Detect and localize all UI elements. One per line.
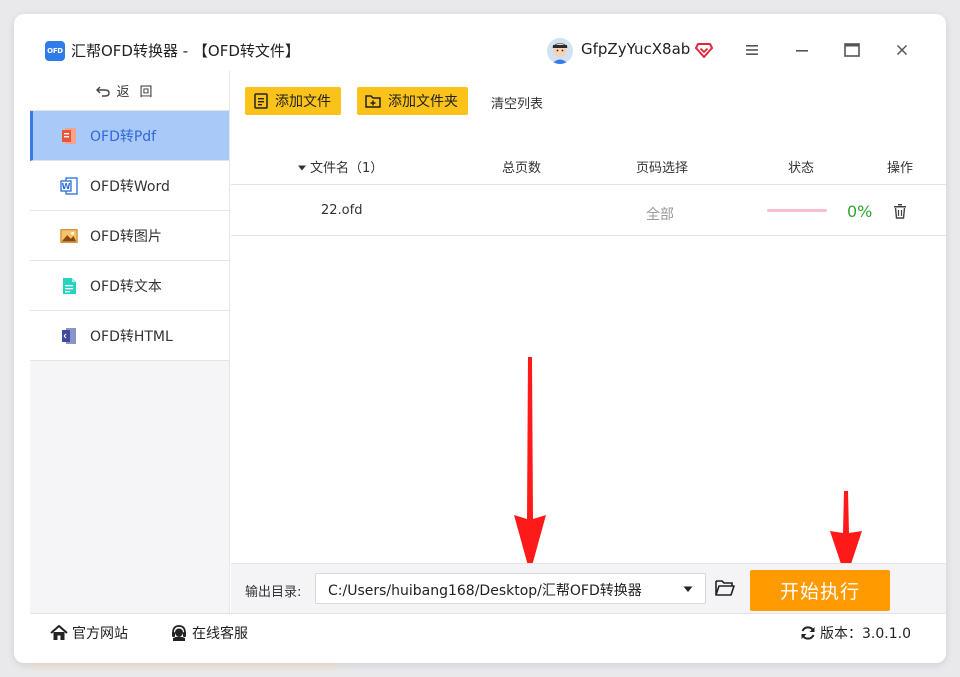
add-file-button[interactable]: 添加文件: [245, 87, 341, 115]
support-label: 在线客服: [192, 626, 248, 642]
home-icon: [50, 625, 68, 640]
column-header-pages: 总页数: [502, 161, 542, 176]
output-dir-select[interactable]: C:/Users/huibang168/Desktop/汇帮OFD转换器: [315, 573, 706, 604]
clear-list-button[interactable]: 清空列表: [491, 93, 543, 112]
toolbar: 添加文件 添加文件夹 清空列表: [231, 71, 946, 121]
table-row[interactable]: 22.ofd 全部 0%: [231, 186, 946, 236]
svg-text:W: W: [62, 182, 71, 191]
close-button[interactable]: [891, 39, 913, 61]
sidebar-item-label: OFD转文本: [90, 278, 162, 295]
app-window: OFD 汇帮OFD转换器 - 【OFD转文件】 GfpZyYucX8ab 返回 …: [14, 14, 946, 663]
start-button[interactable]: 开始执行: [750, 570, 890, 611]
close-icon: [896, 44, 908, 56]
page-range-select[interactable]: 全部: [646, 204, 674, 224]
hamburger-icon: [746, 45, 758, 55]
maximize-button[interactable]: [841, 39, 863, 61]
add-file-label: 添加文件: [275, 94, 331, 110]
image-icon: [60, 227, 78, 245]
background-strip: [30, 662, 338, 670]
add-file-icon: [254, 93, 268, 109]
version-info[interactable]: 版本：3.0.1.0: [800, 623, 911, 643]
back-label: 返回: [116, 85, 163, 100]
refresh-icon: [801, 626, 815, 640]
sidebar-item-ofd-to-text[interactable]: OFD转文本: [30, 261, 229, 311]
sidebar-item-label: OFD转HTML: [90, 328, 173, 345]
username[interactable]: GfpZyYucX8ab: [581, 40, 690, 58]
main-panel: 添加文件 添加文件夹 清空列表 文件名（1） 总页数 页码选择 状态 操作 22…: [231, 71, 946, 613]
output-dir-value: C:/Users/huibang168/Desktop/汇帮OFD转换器: [328, 583, 642, 599]
file-name: 22.ofd: [321, 203, 363, 218]
html-icon: [60, 327, 78, 345]
column-header-action: 操作: [887, 161, 914, 176]
app-logo: OFD: [45, 41, 65, 61]
back-arrow-icon: [96, 86, 111, 97]
sidebar-item-ofd-to-word[interactable]: W OFD转Word: [30, 161, 229, 211]
sidebar-item-ofd-to-pdf[interactable]: OFD转Pdf: [30, 111, 229, 161]
sidebar-item-ofd-to-html[interactable]: OFD转HTML: [30, 311, 229, 361]
pdf-icon: [60, 127, 78, 145]
sidebar-item-label: OFD转图片: [90, 228, 162, 245]
red-arrow-down-icon: [514, 357, 546, 573]
menu-button[interactable]: [741, 39, 763, 61]
window-title: 汇帮OFD转换器 - 【OFD转文件】: [71, 42, 300, 60]
progress-bar: [767, 209, 827, 212]
version-label: 版本：3.0.1.0: [820, 626, 911, 642]
output-bar: 输出目录: C:/Users/huibang168/Desktop/汇帮OFD转…: [231, 563, 946, 613]
maximize-icon: [844, 43, 860, 57]
sidebar-item-label: OFD转Word: [90, 178, 170, 195]
back-button[interactable]: 返回: [30, 71, 229, 111]
column-header-filename[interactable]: 文件名（1）: [297, 157, 383, 176]
sidebar-item-ofd-to-image[interactable]: OFD转图片: [30, 211, 229, 261]
avatar-icon: [547, 38, 573, 64]
add-folder-label: 添加文件夹: [388, 94, 458, 110]
avatar[interactable]: [547, 38, 573, 64]
sort-caret-icon: [298, 165, 306, 171]
sidebar-item-label: OFD转Pdf: [90, 128, 157, 145]
trash-icon[interactable]: [892, 203, 908, 219]
table-header: 文件名（1） 总页数 页码选择 状态 操作: [231, 143, 946, 185]
vip-diamond-icon[interactable]: [695, 41, 713, 59]
output-dir-label: 输出目录:: [245, 585, 302, 600]
add-folder-icon: [365, 95, 381, 108]
support-link[interactable]: 在线客服: [170, 623, 248, 643]
column-header-status: 状态: [788, 161, 815, 176]
sidebar: 返回 OFD转Pdf W OFD转Word OFD转图片 OFD转文本 OFD转…: [30, 71, 230, 613]
footer: 官方网站 在线客服 版本：3.0.1.0: [30, 613, 946, 663]
add-folder-button[interactable]: 添加文件夹: [357, 87, 468, 115]
website-label: 官方网站: [72, 626, 128, 642]
folder-open-icon[interactable]: [715, 579, 735, 597]
minimize-icon: [796, 50, 808, 52]
column-header-page-range: 页码选择: [636, 161, 689, 176]
chevron-down-icon: [683, 586, 693, 592]
title-bar: OFD 汇帮OFD转换器 - 【OFD转文件】 GfpZyYucX8ab: [14, 14, 946, 70]
text-icon: [60, 277, 78, 295]
minimize-button[interactable]: [791, 39, 813, 61]
website-link[interactable]: 官方网站: [50, 623, 128, 643]
progress-percent: 0%: [847, 202, 873, 221]
word-icon: W: [60, 176, 78, 195]
headset-icon: [172, 625, 186, 641]
